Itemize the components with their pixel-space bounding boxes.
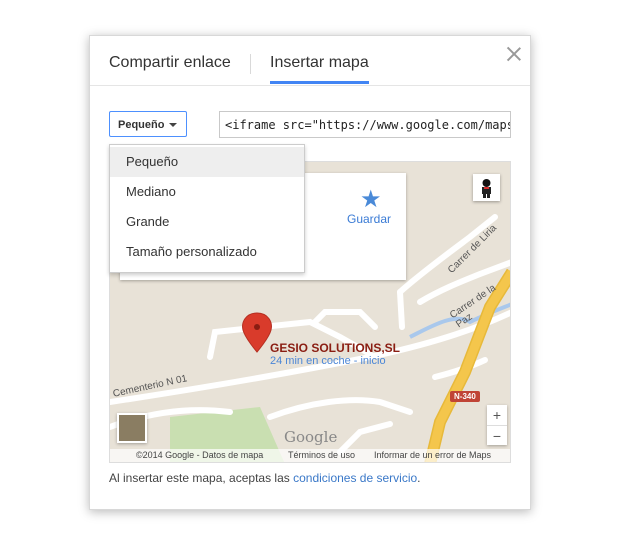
size-dropdown-menu: Pequeño Mediano Grande Tamaño personaliz… bbox=[109, 144, 305, 273]
terms-of-service-link[interactable]: condiciones de servicio bbox=[293, 471, 417, 485]
zoom-out-button[interactable]: − bbox=[487, 426, 507, 446]
highway-badge: N-340 bbox=[450, 391, 480, 402]
tab-bar: Compartir enlace Insertar mapa bbox=[90, 36, 530, 86]
pegman-icon[interactable] bbox=[473, 174, 500, 201]
close-icon[interactable] bbox=[506, 46, 522, 62]
map-copyright: ©2014 Google - Datos de mapa bbox=[136, 450, 264, 460]
size-select-value: Pequeño bbox=[118, 119, 165, 131]
star-icon[interactable]: ★ bbox=[360, 185, 382, 214]
save-link[interactable]: Guardar bbox=[347, 212, 391, 226]
drive-time-label[interactable]: 24 min en coche - inicio bbox=[270, 355, 386, 367]
business-name-label[interactable]: GESIO SOLUTIONS,SL bbox=[270, 341, 400, 355]
footer-end: . bbox=[417, 471, 421, 485]
satellite-toggle[interactable] bbox=[117, 413, 147, 443]
size-option-large[interactable]: Grande bbox=[110, 207, 304, 237]
dropdown-arrow-icon bbox=[169, 123, 177, 127]
footer-notice: Al insertar este mapa, aceptas las condi… bbox=[109, 471, 421, 485]
map-attribution-bar: ©2014 Google - Datos de mapa Términos de… bbox=[110, 449, 510, 462]
size-option-medium[interactable]: Mediano bbox=[110, 177, 304, 207]
terms-link[interactable]: Términos de uso bbox=[288, 450, 355, 460]
size-select[interactable]: Pequeño bbox=[109, 111, 187, 137]
footer-text: Al insertar este mapa, aceptas las bbox=[109, 471, 294, 485]
tab-share-link[interactable]: Compartir enlace bbox=[109, 54, 231, 72]
share-dialog: Compartir enlace Insertar mapa Pequeño <… bbox=[89, 35, 531, 510]
embed-code-field[interactable]: <iframe src="https://www.google.com/maps… bbox=[219, 111, 511, 138]
google-logo: Google bbox=[284, 428, 338, 446]
tab-divider bbox=[250, 54, 251, 74]
size-option-small[interactable]: Pequeño bbox=[110, 147, 304, 177]
zoom-control: + − bbox=[487, 405, 507, 445]
active-tab-indicator bbox=[270, 81, 369, 84]
map-pin-icon bbox=[242, 312, 272, 353]
zoom-in-button[interactable]: + bbox=[487, 405, 507, 425]
report-error-link[interactable]: Informar de un error de Maps bbox=[374, 450, 491, 460]
size-option-custom[interactable]: Tamaño personalizado bbox=[110, 237, 304, 267]
tab-embed-map[interactable]: Insertar mapa bbox=[270, 54, 369, 72]
